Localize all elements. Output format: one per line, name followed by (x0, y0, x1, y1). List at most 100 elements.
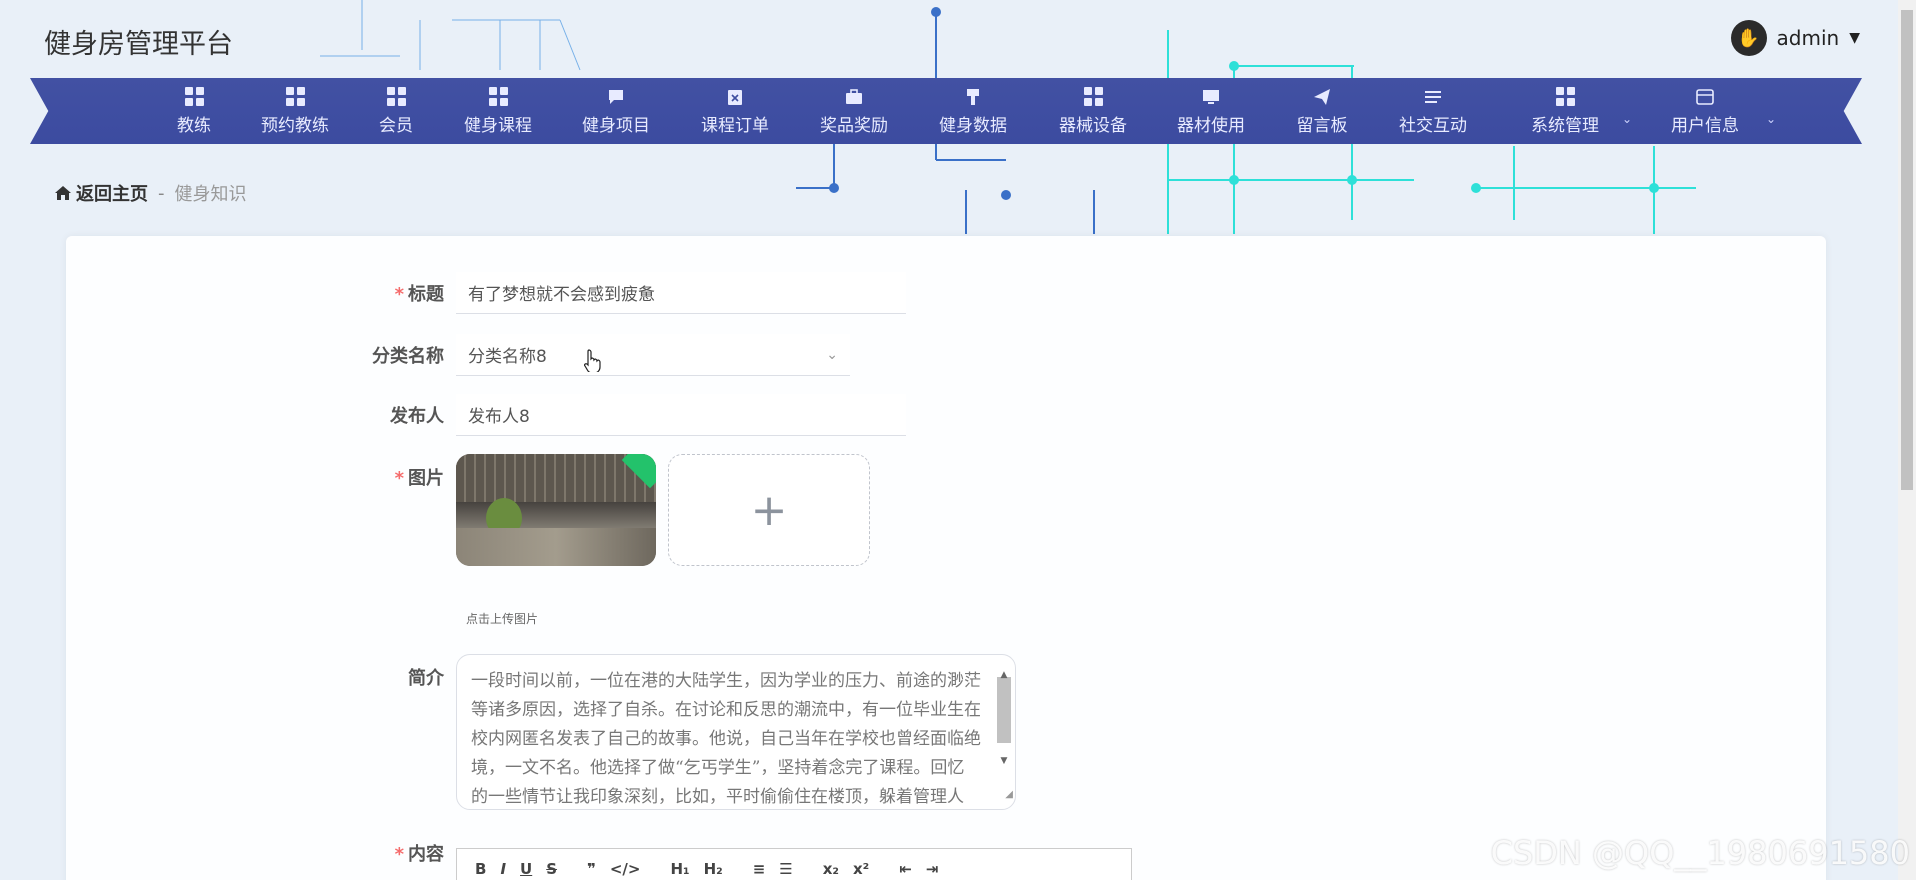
chevron-down-icon: ⌄ (826, 346, 838, 363)
nav-label: 用户信息 (1671, 115, 1739, 136)
brush-icon (963, 87, 983, 107)
nav-label: 系统管理 (1531, 115, 1599, 136)
summary-textarea[interactable]: 一段时间以前，一位在港的大陆学生，因为学业的压力、前途的渺茫等诸多原因，选择了自… (456, 654, 1016, 810)
briefcase-icon (844, 87, 864, 107)
clipboard-icon (725, 87, 745, 107)
uploaded-image-thumbnail[interactable] (456, 454, 656, 566)
hand-icon: ✋ (1737, 27, 1760, 49)
page-scrollbar[interactable] (1898, 0, 1916, 880)
avatar[interactable]: ✋ (1730, 20, 1767, 56)
ordered-list-button[interactable]: ≡ (753, 860, 766, 878)
title-row: * 标题 有了梦想就不会感到疲惫 (316, 272, 906, 314)
upload-tip: 点击上传图片 (466, 612, 539, 626)
nav-item-orders[interactable]: 课程订单 (676, 78, 794, 144)
category-select[interactable]: 分类名称8 ⌄ (456, 334, 850, 376)
italic-button[interactable]: I (500, 860, 506, 878)
bullet-list-button[interactable]: ☰ (779, 860, 792, 878)
content-row: * 内容 B I U S ❞ </> H₁ H₂ ≡ ☰ x₂ x² ⇤ ⇥ (316, 838, 1132, 880)
underline-button[interactable]: U (520, 860, 532, 878)
summary-text: 一段时间以前，一位在港的大陆学生，因为学业的压力、前途的渺茫等诸多原因，选择了自… (471, 671, 981, 807)
nav-label: 留言板 (1296, 115, 1348, 136)
nav-item-user-info[interactable]: 用户信息 ⌄ (1640, 78, 1776, 144)
nav-item-projects[interactable]: 健身项目 (556, 78, 676, 144)
publisher-row: 发布人 发布人8 (316, 394, 906, 436)
scroll-up-icon[interactable]: ▲ (997, 661, 1011, 680)
nav-label: 会员 (379, 115, 413, 136)
title-input[interactable]: 有了梦想就不会感到疲惫 (456, 272, 906, 314)
main-nav: 教练 预约教练 会员 健身课程 健身项目 课程订单 奖品奖励 健身数据 器械设备… (30, 78, 1862, 144)
wallet-icon (1695, 87, 1715, 107)
grid-icon (1555, 87, 1575, 107)
user-name[interactable]: admin (1777, 26, 1840, 50)
nav-item-courses[interactable]: 健身课程 (440, 78, 556, 144)
nav-item-coach[interactable]: 教练 (150, 78, 238, 144)
category-row: 分类名称 分类名称8 ⌄ (316, 334, 850, 376)
home-icon (55, 186, 71, 200)
superscript-button[interactable]: x² (853, 860, 869, 878)
nav-label: 健身数据 (939, 115, 1007, 136)
site-title: 健身房管理平台 (44, 29, 233, 60)
grid-icon (386, 87, 406, 107)
user-menu[interactable]: ✋ admin ▼ (1730, 20, 1860, 56)
strike-button[interactable]: S (546, 860, 557, 878)
title-label: * 标题 (394, 284, 444, 305)
nav-item-member[interactable]: 会员 (352, 78, 440, 144)
summary-label: 简介 (408, 668, 444, 689)
watermark: CSDN @QQ__1980691580 (1490, 834, 1910, 872)
chevron-down-icon: ⌄ (1765, 112, 1776, 126)
h2-button[interactable]: H₂ (704, 860, 723, 878)
monitor-icon (1201, 87, 1221, 107)
chevron-down-icon: ⌄ (1621, 112, 1632, 126)
indent-button[interactable]: ⇥ (926, 860, 939, 878)
nav-label: 教练 (177, 115, 211, 136)
summary-row: 简介 一段时间以前，一位在港的大陆学生，因为学业的压力、前途的渺茫等诸多原因，选… (316, 654, 1016, 810)
nav-label: 奖品奖励 (820, 115, 888, 136)
content-label: * 内容 (394, 844, 444, 865)
bold-button[interactable]: B (475, 860, 486, 878)
breadcrumb-separator: - (158, 182, 165, 204)
h1-button[interactable]: H₁ (670, 860, 689, 878)
list-icon (1423, 87, 1443, 107)
image-row: * 图片 + (316, 454, 870, 566)
home-label: 返回主页 (76, 184, 148, 205)
quote-button[interactable]: ❞ (587, 860, 596, 878)
nav-item-equipment[interactable]: 器械设备 (1032, 78, 1154, 144)
code-button[interactable]: </> (610, 860, 641, 878)
nav-label: 器材使用 (1177, 115, 1245, 136)
grid-icon (285, 87, 305, 107)
caret-down-icon[interactable]: ▼ (1849, 30, 1860, 46)
nav-label: 课程订单 (701, 115, 769, 136)
resize-handle-icon[interactable]: ◢ (1005, 780, 1013, 809)
nav-item-equipment-usage[interactable]: 器材使用 (1154, 78, 1268, 144)
plus-icon: + (750, 484, 788, 536)
nav-item-social[interactable]: 社交互动 (1376, 78, 1490, 144)
scroll-thumb[interactable] (997, 677, 1011, 743)
image-upload-button[interactable]: + (668, 454, 870, 566)
grid-icon (184, 87, 204, 107)
scroll-down-icon[interactable]: ▼ (997, 747, 1011, 766)
nav-label: 健身课程 (464, 115, 532, 136)
nav-label: 器械设备 (1059, 115, 1127, 136)
image-label: * 图片 (394, 468, 444, 489)
grid-icon (1083, 87, 1103, 107)
breadcrumb-current: 健身知识 (174, 184, 247, 205)
nav-item-rewards[interactable]: 奖品奖励 (794, 78, 914, 144)
nav-label: 预约教练 (261, 115, 329, 136)
cursor-hand-icon (584, 349, 601, 372)
send-icon (1312, 87, 1332, 107)
nav-item-book-coach[interactable]: 预约教练 (238, 78, 352, 144)
category-label: 分类名称 (372, 346, 444, 367)
subscript-button[interactable]: x₂ (823, 860, 839, 878)
breadcrumb: 返回主页 - 健身知识 (54, 180, 247, 206)
nav-item-message-board[interactable]: 留言板 (1268, 78, 1376, 144)
publisher-input[interactable]: 发布人8 (456, 394, 906, 436)
nav-label: 社交互动 (1399, 115, 1467, 136)
category-value: 分类名称8 (468, 347, 547, 367)
nav-label: 健身项目 (582, 115, 650, 136)
nav-item-system[interactable]: 系统管理 ⌄ (1490, 78, 1640, 144)
page-scroll-thumb[interactable] (1901, 10, 1913, 490)
breadcrumb-home-link[interactable]: 返回主页 (54, 180, 148, 206)
nav-item-fitness-data[interactable]: 健身数据 (914, 78, 1032, 144)
outdent-button[interactable]: ⇤ (899, 860, 912, 878)
rich-text-toolbar: B I U S ❞ </> H₁ H₂ ≡ ☰ x₂ x² ⇤ ⇥ (456, 848, 1132, 880)
